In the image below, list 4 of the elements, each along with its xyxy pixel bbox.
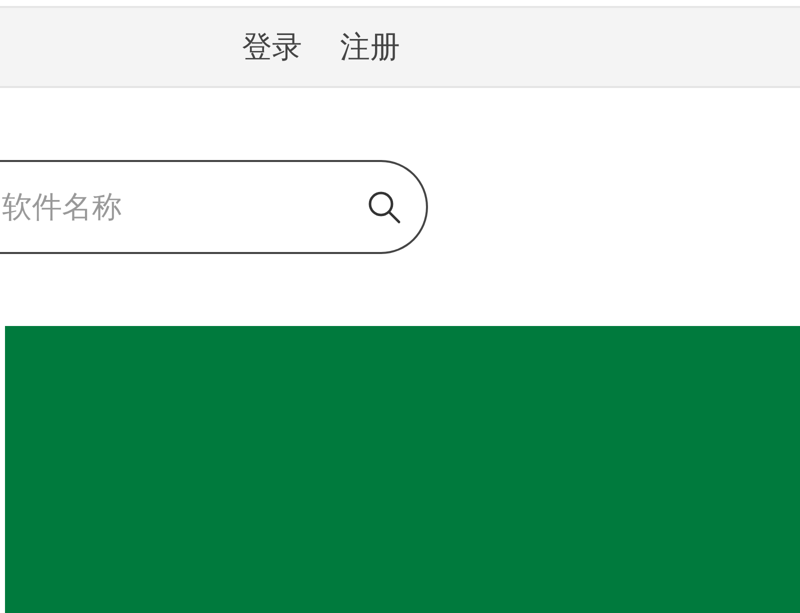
nav-link[interactable]: 注册 [340, 26, 400, 68]
search-field[interactable]: 软件名称 [0, 160, 428, 254]
nav-link[interactable]: 登录 [242, 26, 302, 68]
search-icon[interactable] [366, 189, 402, 225]
